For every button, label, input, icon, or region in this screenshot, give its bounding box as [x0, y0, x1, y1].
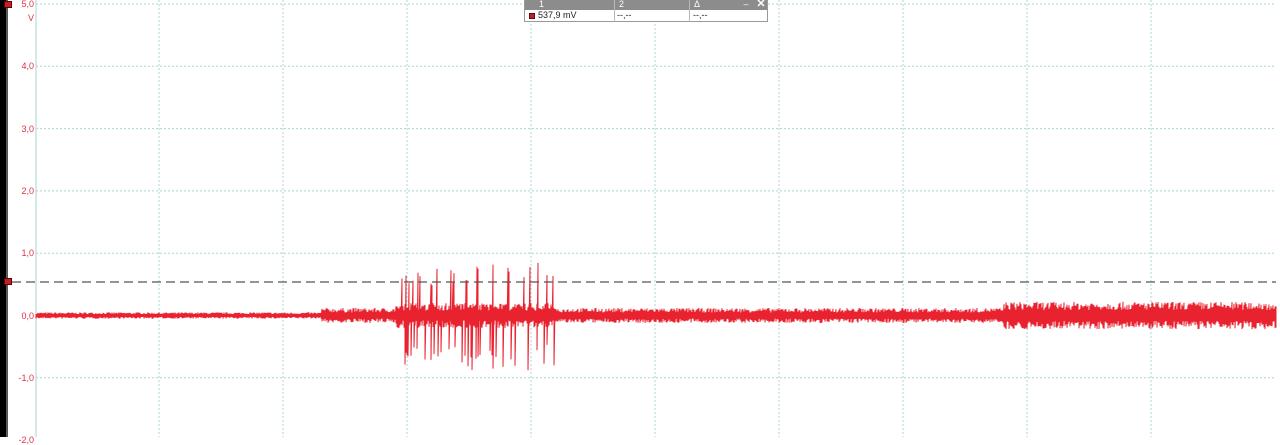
channel-marker-icon[interactable]	[4, 1, 12, 8]
ruler-handle-icon[interactable]	[4, 277, 12, 285]
ruler-col-delta-header: Δ	[694, 0, 701, 9]
ruler-col-2-header: 2	[619, 0, 625, 9]
ruler-col-1-header: 1	[539, 0, 545, 9]
minimize-icon[interactable]: –	[741, 0, 751, 10]
y-tick-label: 4,0	[21, 61, 34, 72]
y-tick-label: 2,0	[21, 185, 34, 196]
scope-plot[interactable]	[0, 0, 1280, 437]
ruler-separator	[614, 0, 615, 22]
y-axis-unit: V	[27, 13, 34, 23]
y-tick-label: 3,0	[21, 123, 34, 134]
channel-color-swatch	[529, 13, 535, 19]
ruler-header: 1 2 Δ – ✕	[525, 0, 767, 10]
y-tick-label: -1,0	[18, 372, 34, 383]
ruler-value-1: 537,9 mV	[538, 10, 577, 20]
ruler-value-2: --,--	[617, 10, 632, 20]
ruler-value-delta: --,--	[693, 10, 708, 20]
y-tick-label: 0,0	[21, 310, 34, 321]
y-tick-label: 1,0	[21, 248, 34, 259]
y-tick-label: 5,0	[21, 0, 34, 9]
ruler-separator	[689, 0, 690, 22]
close-icon[interactable]: ✕	[755, 0, 767, 10]
ruler-panel[interactable]: 1 2 Δ – ✕ 537,9 mV --,-- --,--	[524, 0, 768, 22]
